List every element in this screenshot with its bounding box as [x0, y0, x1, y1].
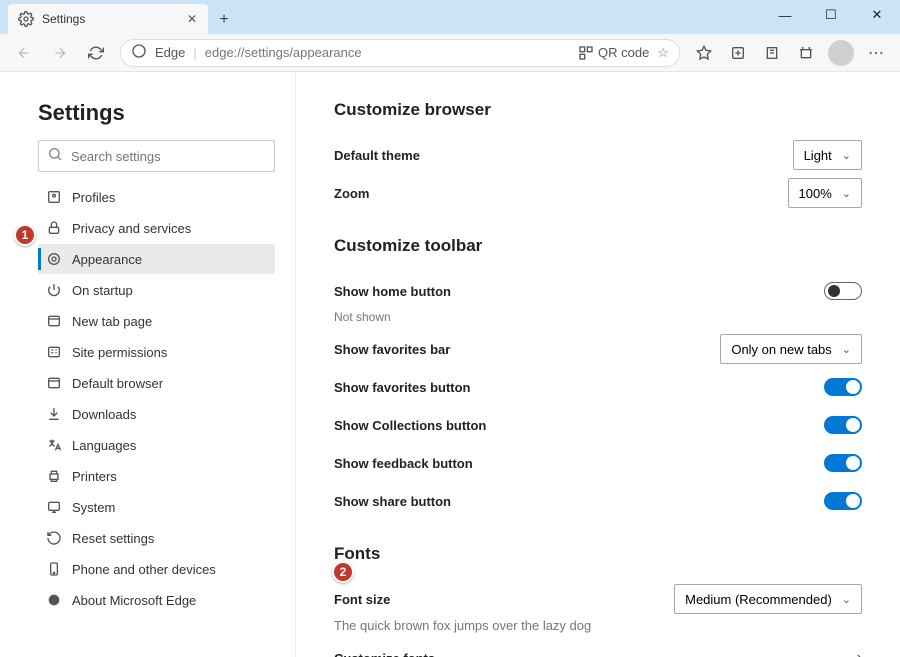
theme-label: Default theme	[334, 148, 420, 163]
profile-avatar[interactable]	[828, 40, 854, 66]
sidebar-heading: Settings	[38, 100, 275, 126]
sidebar-item-printers[interactable]: Printers	[38, 461, 275, 491]
feedback-toggle[interactable]	[824, 454, 862, 472]
sidebar-item-default-browser[interactable]: Default browser	[38, 368, 275, 398]
chevron-down-icon: ⌄	[842, 593, 851, 606]
language-icon	[46, 437, 62, 453]
section-customize-browser: Customize browser	[334, 100, 862, 120]
titlebar: Settings ✕ + — ☐ ✕	[0, 0, 900, 34]
sidebar-item-startup[interactable]: On startup	[38, 275, 275, 305]
reading-list-button[interactable]	[756, 37, 788, 69]
sidebar-item-languages[interactable]: Languages	[38, 430, 275, 460]
url-text: edge://settings/appearance	[205, 45, 570, 60]
address-bar[interactable]: Edge | edge://settings/appearance QR cod…	[120, 39, 680, 67]
home-button-label: Show home button	[334, 284, 451, 299]
printer-icon	[46, 468, 62, 484]
feedback-label: Show feedback button	[334, 456, 473, 471]
new-tab-button[interactable]: +	[210, 6, 238, 34]
sidebar-item-profiles[interactable]: Profiles	[38, 182, 275, 212]
favbar-label: Show favorites bar	[334, 342, 450, 357]
sidebar-item-system[interactable]: System	[38, 492, 275, 522]
download-icon	[46, 406, 62, 422]
favbar-dropdown[interactable]: Only on new tabs⌄	[720, 334, 862, 364]
share-label: Show share button	[334, 494, 451, 509]
reset-icon	[46, 530, 62, 546]
annotation-badge-2: 2	[332, 561, 354, 583]
sidebar-item-newtab[interactable]: New tab page	[38, 306, 275, 336]
favorite-star-icon[interactable]: ☆	[657, 45, 669, 61]
refresh-button[interactable]	[80, 37, 112, 69]
settings-sidebar: Settings Profiles Privacy and services A…	[0, 72, 296, 657]
collections-button[interactable]	[722, 37, 754, 69]
favbtn-toggle[interactable]	[824, 378, 862, 396]
appearance-icon	[46, 251, 62, 267]
menu-button[interactable]: ⋯	[860, 37, 892, 69]
chevron-right-icon[interactable]: ›	[857, 649, 862, 657]
lock-icon	[46, 220, 62, 236]
edge-icon	[131, 43, 147, 62]
fontsize-dropdown[interactable]: Medium (Recommended)⌄	[674, 584, 862, 614]
sidebar-item-reset[interactable]: Reset settings	[38, 523, 275, 553]
theme-dropdown[interactable]: Light⌄	[793, 140, 862, 170]
zoom-dropdown[interactable]: 100%⌄	[788, 178, 862, 208]
chevron-down-icon: ⌄	[842, 343, 851, 356]
qr-code-button[interactable]: QR code	[578, 45, 649, 61]
profile-icon	[46, 189, 62, 205]
fontsize-label: Font size	[334, 592, 390, 607]
sidebar-item-privacy[interactable]: Privacy and services	[38, 213, 275, 243]
window-close-button[interactable]: ✕	[854, 0, 900, 30]
section-fonts: Fonts	[334, 544, 862, 564]
forward-button[interactable]	[44, 37, 76, 69]
separator: |	[193, 45, 196, 60]
settings-main: Customize browser Default theme Light⌄ Z…	[296, 72, 900, 657]
browser-tab[interactable]: Settings ✕	[8, 4, 208, 34]
minimize-button[interactable]: —	[762, 0, 808, 30]
permissions-icon	[46, 344, 62, 360]
home-button-sub: Not shown	[334, 310, 862, 324]
edge-logo-icon	[46, 592, 62, 608]
browser-icon	[46, 375, 62, 391]
search-input[interactable]	[71, 149, 266, 164]
sidebar-item-permissions[interactable]: Site permissions	[38, 337, 275, 367]
favorites-button[interactable]	[688, 37, 720, 69]
home-button-toggle[interactable]	[824, 282, 862, 300]
extensions-button[interactable]	[790, 37, 822, 69]
sidebar-item-appearance[interactable]: Appearance	[38, 244, 275, 274]
annotation-badge-1: 1	[14, 224, 36, 246]
chevron-down-icon: ⌄	[842, 187, 851, 200]
search-icon	[47, 146, 63, 167]
search-settings[interactable]	[38, 140, 275, 172]
content-area: Settings Profiles Privacy and services A…	[0, 72, 900, 657]
phone-icon	[46, 561, 62, 577]
tab-title: Settings	[42, 12, 176, 26]
section-customize-toolbar: Customize toolbar	[334, 236, 862, 256]
power-icon	[46, 282, 62, 298]
sidebar-item-about[interactable]: About Microsoft Edge	[38, 585, 275, 615]
gear-icon	[18, 11, 34, 27]
customize-fonts-label: Customize fonts	[334, 651, 435, 657]
sidebar-item-downloads[interactable]: Downloads	[38, 399, 275, 429]
edge-label: Edge	[155, 45, 185, 60]
system-icon	[46, 499, 62, 515]
tab-close-icon[interactable]: ✕	[184, 12, 200, 26]
sidebar-item-phone[interactable]: Phone and other devices	[38, 554, 275, 584]
chevron-down-icon: ⌄	[842, 149, 851, 162]
collections-label: Show Collections button	[334, 418, 486, 433]
collections-toggle[interactable]	[824, 416, 862, 434]
newtab-icon	[46, 313, 62, 329]
share-toggle[interactable]	[824, 492, 862, 510]
fontsize-sample: The quick brown fox jumps over the lazy …	[334, 618, 862, 633]
browser-toolbar: Edge | edge://settings/appearance QR cod…	[0, 34, 900, 72]
maximize-button[interactable]: ☐	[808, 0, 854, 30]
back-button[interactable]	[8, 37, 40, 69]
zoom-label: Zoom	[334, 186, 369, 201]
window-controls: — ☐ ✕	[762, 0, 900, 30]
favbtn-label: Show favorites button	[334, 380, 471, 395]
